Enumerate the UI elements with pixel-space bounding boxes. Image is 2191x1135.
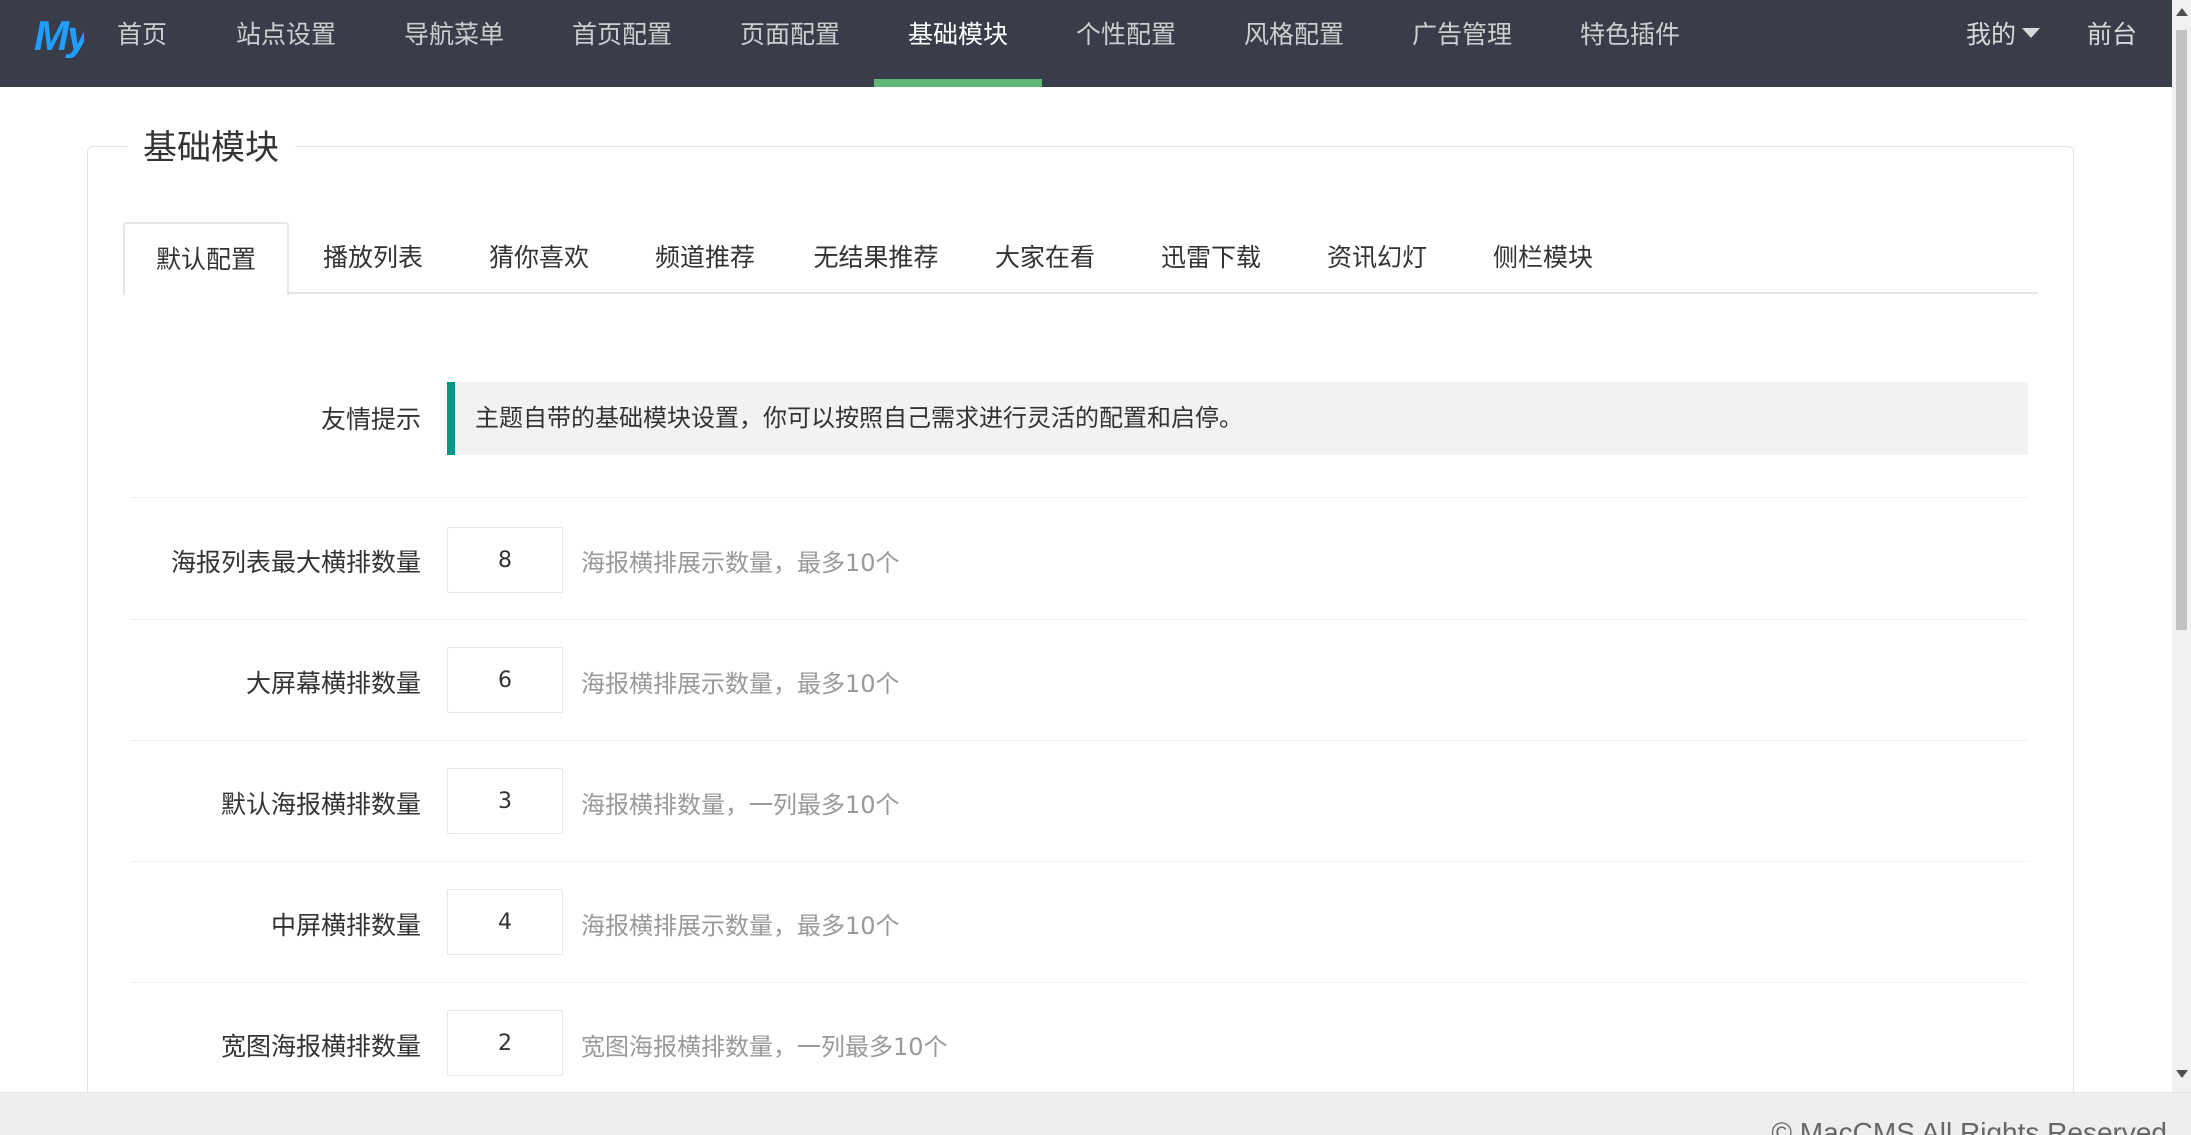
wide-poster-count-input[interactable] — [447, 1010, 563, 1076]
scroll-up-arrow-icon[interactable] — [2176, 8, 2188, 16]
tab-sidebar-modules[interactable]: 侧栏模块 — [1476, 222, 1610, 294]
tab-playlist[interactable]: 播放列表 — [306, 222, 440, 294]
nav-item-home[interactable]: 首页 — [100, 0, 184, 87]
nav-item-home-config[interactable]: 首页配置 — [566, 0, 678, 87]
caret-down-icon — [2022, 28, 2041, 38]
poster-list-max-count-input[interactable] — [447, 527, 563, 593]
wide-poster-count-label: 宽图海报横排数量 — [220, 1032, 421, 1061]
wide-poster-count-hint: 宽图海报横排数量，一列最多10个 — [581, 1033, 948, 1061]
nav-item-basic-modules[interactable]: 基础模块 — [874, 0, 1042, 87]
row-divider — [131, 861, 2028, 862]
default-poster-count-hint: 海报横排数量，一列最多10个 — [581, 791, 900, 819]
poster-list-max-count-hint: 海报横排展示数量，最多10个 — [581, 549, 900, 577]
panel-title: 基础模块 — [127, 126, 295, 170]
row-divider — [131, 619, 2028, 620]
tab-channel-recommend[interactable]: 频道推荐 — [638, 222, 772, 294]
large-screen-count-input[interactable] — [447, 647, 563, 713]
tip-box: 主题自带的基础模块设置，你可以按照自己需求进行灵活的配置和启停。 — [447, 382, 2028, 455]
footer: © MacCMS All Rights Reserved — [0, 1092, 2191, 1135]
frontend-link[interactable]: 前台 — [2087, 0, 2137, 70]
nav-item-featured-plugins[interactable]: 特色插件 — [1574, 0, 1686, 87]
tip-text: 主题自带的基础模块设置，你可以按照自己需求进行灵活的配置和启停。 — [475, 404, 1243, 432]
large-screen-count-label: 大屏幕横排数量 — [245, 669, 421, 698]
top-navbar: My 首页 站点设置 导航菜单 首页配置 页面配置 基础模块 个性配置 风格配置… — [0, 0, 2172, 87]
nav-item-page-config[interactable]: 页面配置 — [734, 0, 846, 87]
nav-item-personal-config[interactable]: 个性配置 — [1070, 0, 1182, 87]
tab-guess-you-like[interactable]: 猜你喜欢 — [472, 222, 606, 294]
tab-thunder-download[interactable]: 迅雷下载 — [1144, 222, 1278, 294]
vertical-scrollbar[interactable] — [2172, 0, 2191, 1092]
poster-list-max-count-label: 海报列表最大横排数量 — [170, 548, 421, 577]
user-menu-label: 我的 — [1966, 20, 2017, 49]
row-divider — [131, 497, 2028, 498]
nav-active-indicator — [874, 79, 1042, 87]
user-menu[interactable]: 我的 — [1966, 0, 2041, 70]
row-divider — [131, 740, 2028, 741]
default-poster-count-label: 默认海报横排数量 — [220, 790, 421, 819]
scrollbar-thumb[interactable] — [2176, 30, 2187, 630]
medium-screen-count-input[interactable] — [447, 889, 563, 955]
row-divider — [131, 982, 2028, 983]
nav-item-ad-management[interactable]: 广告管理 — [1406, 0, 1518, 87]
medium-screen-count-hint: 海报横排展示数量，最多10个 — [581, 912, 900, 940]
tab-news-slideshow[interactable]: 资讯幻灯 — [1310, 222, 1444, 294]
default-poster-count-input[interactable] — [447, 768, 563, 834]
brand-logo[interactable]: My — [34, 14, 84, 58]
tip-label: 友情提示 — [320, 405, 421, 434]
medium-screen-count-label: 中屏横排数量 — [270, 911, 421, 940]
tab-no-result-recommend[interactable]: 无结果推荐 — [804, 222, 948, 294]
nav-item-site-settings[interactable]: 站点设置 — [230, 0, 342, 87]
basic-modules-panel — [87, 146, 2074, 1135]
nav-item-style-config[interactable]: 风格配置 — [1238, 0, 1350, 87]
large-screen-count-hint: 海报横排展示数量，最多10个 — [581, 670, 900, 698]
nav-item-nav-menu[interactable]: 导航菜单 — [398, 0, 510, 87]
footer-copyright: © MacCMS All Rights Reserved — [1771, 1117, 2167, 1135]
scroll-down-arrow-icon[interactable] — [2176, 1070, 2188, 1078]
tab-everyone-watching[interactable]: 大家在看 — [978, 222, 1112, 294]
tab-default-config[interactable]: 默认配置 — [123, 222, 289, 296]
